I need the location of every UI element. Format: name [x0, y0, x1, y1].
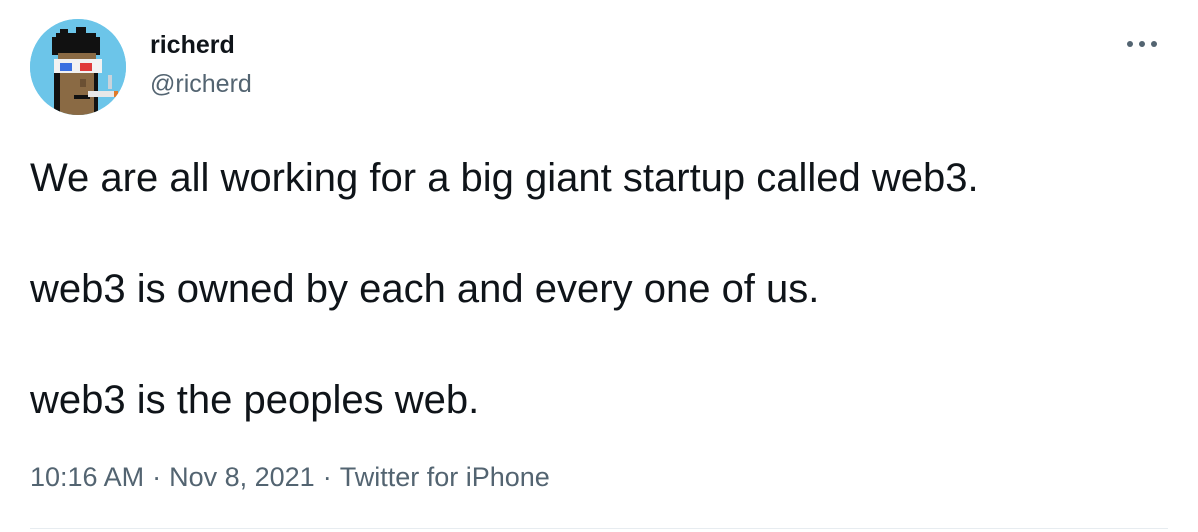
avatar[interactable]: [30, 19, 126, 115]
more-options-icon: [1127, 41, 1157, 47]
tweet-paragraph: web3 is the peoples web.: [30, 378, 480, 422]
tweet-card: richerd @richerd We are all working for …: [0, 0, 1198, 532]
tweet-paragraph: web3 is owned by each and every one of u…: [30, 267, 820, 311]
tweet-time[interactable]: 10:16 AM: [30, 462, 144, 492]
tweet-date[interactable]: Nov 8, 2021: [169, 462, 315, 492]
tweet-paragraph: We are all working for a big giant start…: [30, 156, 979, 200]
author-display-name[interactable]: richerd: [150, 30, 235, 60]
tweet-text: We are all working for a big giant start…: [30, 150, 1170, 428]
author-handle[interactable]: @richerd: [150, 69, 252, 99]
meta-separator: ·: [152, 462, 162, 492]
punk-avatar-icon: [30, 19, 126, 115]
meta-separator: ·: [322, 462, 332, 492]
tweet-metadata: 10:16 AM · Nov 8, 2021 · Twitter for iPhone: [30, 460, 550, 494]
divider: [30, 528, 1168, 529]
more-options-button[interactable]: [1122, 32, 1162, 56]
tweet-source[interactable]: Twitter for iPhone: [340, 462, 550, 492]
